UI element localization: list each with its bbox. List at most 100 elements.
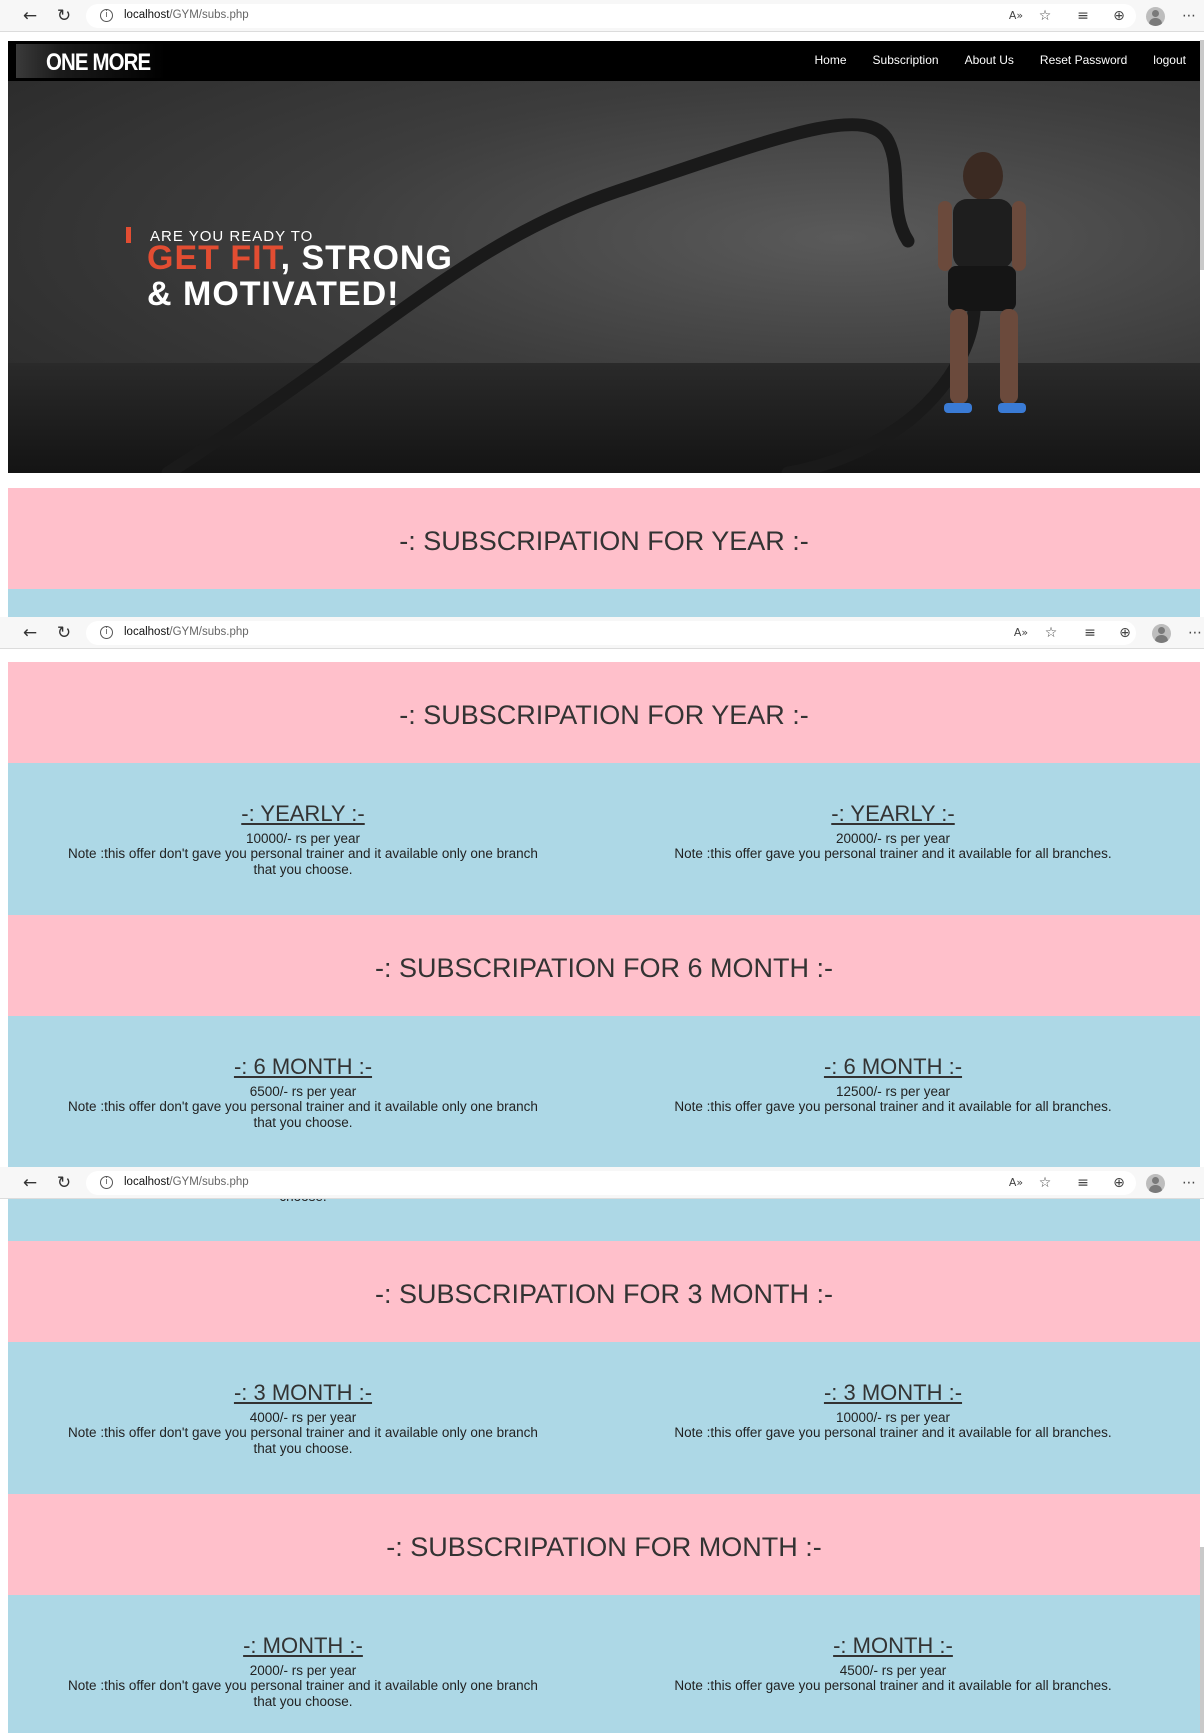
read-aloud-icon[interactable]: A»: [1010, 623, 1032, 643]
plan-title: -: MONTH :-: [833, 1633, 953, 1658]
url-text: localhost/GYM/subs.php: [124, 626, 249, 638]
browser-window-2: ← ↻ i localhost/GYM/subs.php A» ☆ ≡ ⊕ ⋯ …: [0, 617, 1204, 1167]
read-aloud-icon[interactable]: A»: [1005, 1173, 1027, 1193]
address-bar[interactable]: i localhost/GYM/subs.php: [86, 4, 1136, 28]
section-heading: -: SUBSCRIPATION FOR MONTH :-: [386, 1532, 822, 1562]
info-icon[interactable]: i: [100, 1176, 113, 1189]
plan-card: -: YEARLY :- 20000/- rs per year Note :t…: [598, 801, 1188, 862]
url-text: localhost/GYM/subs.php: [124, 9, 249, 21]
plan-price: 4500/- rs per year: [839, 1663, 947, 1678]
nav-menu: Home Subscription About Us Reset Passwor…: [815, 53, 1187, 67]
collections-icon[interactable]: ⊕: [1108, 6, 1130, 26]
plan-price: 6500/- rs per year: [249, 1084, 357, 1099]
plan-note: Note :this offer don't gave you personal…: [68, 1678, 538, 1709]
browser-window-1: ← ↻ i localhost/GYM/subs.php A» ☆ ≡ ⊕ ⋯ …: [0, 0, 1204, 617]
section-body-year: -: YEARLY :- 10000/- rs per year Note :t…: [8, 763, 1200, 915]
nav-about-link[interactable]: About Us: [965, 53, 1014, 67]
browser-toolbar: ← ↻ i localhost/GYM/subs.php A» ☆ ≡ ⊕ ⋯: [0, 617, 1204, 649]
more-menu-icon[interactable]: ⋯: [1178, 6, 1200, 26]
logo-text: ONE MORE: [46, 49, 151, 76]
site-navbar: ONE MORE Home Subscription About Us Rese…: [8, 41, 1200, 81]
plan-note: Note :this offer gave you personal train…: [674, 846, 1112, 861]
site-logo[interactable]: ONE MORE: [16, 44, 166, 78]
info-icon[interactable]: i: [100, 626, 113, 639]
section-body-partial: [8, 589, 1200, 617]
profile-avatar-icon[interactable]: [1146, 7, 1165, 26]
section-header-3-month: -: SUBSCRIPATION FOR 3 MONTH :-: [8, 1241, 1200, 1342]
section-body-6-month: -: 6 MONTH :- 6500/- rs per year Note :t…: [8, 1016, 1200, 1167]
plan-card: -: 3 MONTH :- 10000/- rs per year Note :…: [598, 1380, 1188, 1441]
plan-note: Note :this offer don't gave you personal…: [68, 1099, 538, 1130]
favorite-star-icon[interactable]: ☆: [1040, 623, 1062, 643]
plan-price: 12500/- rs per year: [835, 1084, 951, 1099]
nav-reset-password-link[interactable]: Reset Password: [1040, 53, 1127, 67]
nav-subscription-link[interactable]: Subscription: [873, 53, 939, 67]
favorites-list-icon[interactable]: ≡: [1079, 623, 1101, 643]
section-heading: -: SUBSCRIPATION FOR 3 MONTH :-: [374, 1279, 833, 1309]
section-body-month: -: MONTH :- 2000/- rs per year Note :thi…: [8, 1595, 1200, 1733]
plan-card: -: MONTH :- 4500/- rs per year Note :thi…: [598, 1633, 1188, 1694]
reload-icon[interactable]: ↻: [53, 5, 75, 27]
section-heading: -: SUBSCRIPATION FOR YEAR :-: [399, 526, 809, 556]
more-menu-icon[interactable]: ⋯: [1178, 1173, 1200, 1193]
plan-card: -: 3 MONTH :- 4000/- rs per year Note :t…: [8, 1380, 598, 1457]
plan-title: -: YEARLY :-: [241, 801, 365, 826]
reload-icon[interactable]: ↻: [53, 1172, 75, 1194]
plan-price: 10000/- rs per year: [245, 831, 361, 846]
browser-toolbar: ← ↻ i localhost/GYM/subs.php A» ☆ ≡ ⊕ ⋯: [0, 1167, 1204, 1199]
favorite-star-icon[interactable]: ☆: [1034, 6, 1056, 26]
plan-note: Note :this offer don't gave you personal…: [68, 846, 538, 877]
hero-accent-bar: [126, 227, 131, 243]
profile-avatar-icon[interactable]: [1146, 1174, 1165, 1193]
section-heading: -: SUBSCRIPATION FOR 6 MONTH :-: [374, 953, 833, 983]
hero-headline-line1: GET FIT, STRONG: [147, 241, 453, 275]
scrollbar[interactable]: [1200, 40, 1204, 270]
more-menu-icon[interactable]: ⋯: [1184, 623, 1204, 643]
section-heading: -: SUBSCRIPATION FOR YEAR :-: [399, 700, 809, 730]
plan-note: Note :this offer gave you personal train…: [674, 1425, 1112, 1440]
plan-title: -: YEARLY :-: [831, 801, 955, 826]
info-icon[interactable]: i: [100, 9, 113, 22]
profile-avatar-icon[interactable]: [1152, 624, 1171, 643]
browser-toolbar: ← ↻ i localhost/GYM/subs.php A» ☆ ≡ ⊕ ⋯: [0, 0, 1204, 32]
scrollbar[interactable]: [1200, 1547, 1204, 1733]
plan-note: Note :this offer don't gave you personal…: [68, 1425, 538, 1456]
plan-note: Note :this offer gave you personal train…: [674, 1678, 1112, 1693]
back-arrow-icon[interactable]: ←: [19, 5, 41, 27]
plan-title: -: MONTH :-: [243, 1633, 363, 1658]
nav-home-link[interactable]: Home: [815, 53, 847, 67]
collections-icon[interactable]: ⊕: [1108, 1173, 1130, 1193]
plan-price: 10000/- rs per year: [835, 1410, 951, 1425]
browser-window-3: choose. ← ↻ i localhost/GYM/subs.php A» …: [0, 1167, 1204, 1733]
favorite-star-icon[interactable]: ☆: [1034, 1173, 1056, 1193]
plan-title: -: 3 MONTH :-: [823, 1380, 963, 1405]
plan-title: -: 6 MONTH :-: [233, 1054, 373, 1079]
section-header-6-month: -: SUBSCRIPATION FOR 6 MONTH :-: [8, 915, 1200, 1016]
plan-card: -: MONTH :- 2000/- rs per year Note :thi…: [8, 1633, 598, 1710]
plan-title: -: 6 MONTH :-: [823, 1054, 963, 1079]
plan-card: -: 6 MONTH :- 6500/- rs per year Note :t…: [8, 1054, 598, 1131]
collections-icon[interactable]: ⊕: [1114, 623, 1136, 643]
plan-note: Note :this offer gave you personal train…: [674, 1099, 1112, 1114]
plan-title: -: 3 MONTH :-: [233, 1380, 373, 1405]
address-bar[interactable]: i localhost/GYM/subs.php: [86, 621, 1136, 645]
section-header-month: -: SUBSCRIPATION FOR MONTH :-: [8, 1494, 1200, 1595]
address-bar[interactable]: i localhost/GYM/subs.php: [86, 1171, 1136, 1195]
hero-accent-text: GET FIT: [147, 239, 281, 277]
hero-headline-line2: & MOTIVATED!: [147, 275, 400, 313]
plan-price: 20000/- rs per year: [835, 831, 951, 846]
back-arrow-icon[interactable]: ←: [19, 622, 41, 644]
favorites-list-icon[interactable]: ≡: [1072, 1173, 1094, 1193]
section-header-year: -: SUBSCRIPATION FOR YEAR :-: [8, 662, 1200, 763]
url-text: localhost/GYM/subs.php: [124, 1176, 249, 1188]
hero-headline-rest: , STRONG: [280, 239, 453, 277]
back-arrow-icon[interactable]: ←: [19, 1172, 41, 1194]
reload-icon[interactable]: ↻: [53, 622, 75, 644]
read-aloud-icon[interactable]: A»: [1005, 6, 1027, 26]
hero-banner: ARE YOU READY TO GET FIT, STRONG & MOTIV…: [8, 81, 1200, 473]
favorites-list-icon[interactable]: ≡: [1072, 6, 1094, 26]
plan-card: -: 6 MONTH :- 12500/- rs per year Note :…: [598, 1054, 1188, 1115]
nav-logout-link[interactable]: logout: [1153, 53, 1186, 67]
plan-card: -: YEARLY :- 10000/- rs per year Note :t…: [8, 801, 598, 878]
section-body-3-month: -: 3 MONTH :- 4000/- rs per year Note :t…: [8, 1342, 1200, 1494]
